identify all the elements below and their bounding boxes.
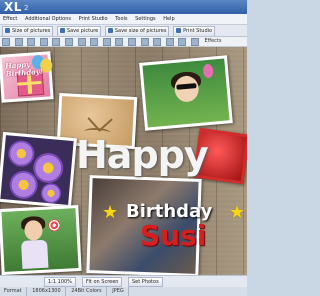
crop-icon[interactable]: [64, 38, 73, 46]
fairy-icon: [202, 63, 214, 79]
child-face: [23, 219, 43, 241]
effects-icon[interactable]: [190, 38, 199, 46]
child-lollipop-photo[interactable]: [0, 204, 82, 275]
mirror-icon[interactable]: [115, 38, 124, 46]
status-size: 1806x1300: [28, 287, 66, 296]
rotate-right-icon[interactable]: [52, 38, 61, 46]
size-of-pictures-button[interactable]: Size of pictures: [2, 26, 54, 36]
save-size-icon: [107, 28, 113, 33]
fit-on-screen-button[interactable]: Fit on Screen: [82, 277, 123, 287]
arrow-icon[interactable]: [2, 38, 10, 46]
menu-tools[interactable]: Tools: [112, 14, 130, 24]
toolbar: Size of pictures Save picture Save size …: [0, 25, 247, 37]
save-picture-button[interactable]: Save picture: [56, 26, 102, 36]
size-of-pictures-label: Size of pictures: [12, 28, 51, 34]
secondary-toolbar: Effects: [0, 37, 247, 47]
menu-bar: Effect Additional Options Print Studio T…: [0, 14, 247, 25]
name-text[interactable]: Susi: [140, 221, 206, 251]
gift-caption: Happy Birthday!: [4, 59, 44, 79]
menu-print-studio[interactable]: Print Studio: [76, 14, 111, 24]
printer-icon: [176, 28, 182, 33]
set-photos-button[interactable]: Set Photos: [128, 277, 163, 287]
brightness-icon[interactable]: [127, 38, 136, 46]
status-colors: 24Bit Colors: [67, 287, 107, 296]
filter-icon[interactable]: [178, 38, 187, 46]
title-bar: XL 2: [0, 0, 247, 14]
happy-text[interactable]: Happy: [76, 135, 209, 175]
girl-sunglasses-photo[interactable]: [139, 55, 233, 131]
effects-button[interactable]: Effects: [204, 38, 223, 45]
layers-icon[interactable]: [165, 38, 174, 46]
star-icon: ★: [229, 202, 246, 223]
frame-icon[interactable]: [90, 38, 99, 46]
girl-photo-image: [142, 58, 230, 128]
app-version: 2: [24, 4, 29, 12]
status-format: Format: [0, 287, 27, 296]
zoom-icon[interactable]: [153, 38, 162, 46]
status-type: JPEG: [108, 287, 129, 296]
zoom-100-button[interactable]: 1:1 100%: [44, 277, 76, 287]
color-icon[interactable]: [102, 38, 111, 46]
flower-icon: [40, 182, 62, 205]
app-logo: XL: [4, 0, 22, 14]
save-size-button[interactable]: Save size of pictures: [104, 26, 170, 36]
save-size-label: Save size of pictures: [114, 28, 167, 34]
resize-icon: [5, 28, 10, 33]
photo-canvas[interactable]: Happy Birthday! Happy ★ Birthday ★ Susi: [0, 47, 247, 275]
menu-help[interactable]: Help: [160, 14, 177, 24]
contrast-icon[interactable]: [140, 38, 149, 46]
menu-additional-options[interactable]: Additional Options: [22, 14, 74, 24]
bottom-toolbar: 1:1 100% Fit on Screen Set Photos: [0, 275, 247, 287]
child-body: [21, 239, 49, 269]
star-icon: ★: [102, 202, 119, 223]
child-photo-image: [1, 208, 79, 272]
menu-effect[interactable]: Effect: [0, 14, 20, 24]
menu-settings[interactable]: Settings: [132, 14, 159, 24]
save-icon: [59, 28, 65, 33]
gift-photo-image: Happy Birthday!: [1, 54, 53, 100]
text-icon[interactable]: [77, 38, 86, 46]
daisy-photo[interactable]: [0, 131, 77, 209]
save-picture-label: Save picture: [66, 28, 99, 34]
gift-photo[interactable]: Happy Birthday!: [0, 51, 54, 103]
print-studio-label: Print Studio: [183, 28, 213, 34]
lollipop-icon: [47, 218, 61, 232]
undo-icon[interactable]: [14, 38, 23, 46]
print-studio-button[interactable]: Print Studio: [173, 26, 216, 36]
daisy-photo-image: [0, 135, 74, 205]
redo-icon[interactable]: [27, 38, 36, 46]
flower-icon: [7, 139, 36, 168]
status-bar: Format 1806x1300 24Bit Colors JPEG: [0, 287, 247, 296]
rotate-left-icon[interactable]: [39, 38, 48, 46]
